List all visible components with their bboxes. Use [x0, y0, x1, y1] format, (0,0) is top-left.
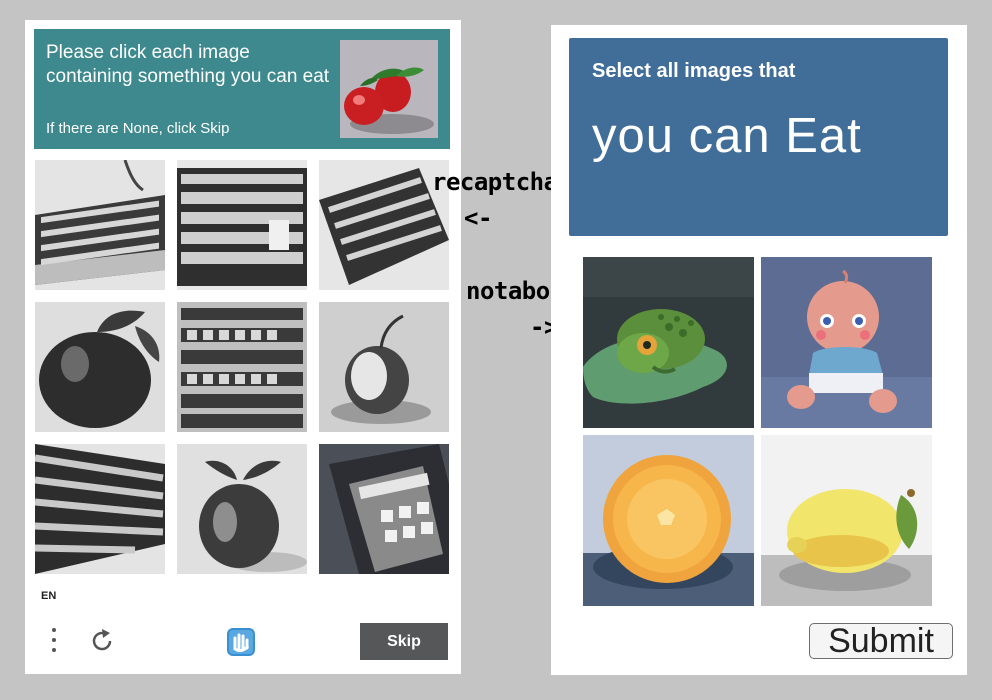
hand-icon[interactable]: [223, 624, 259, 660]
left-arrow-annotation: <-: [464, 204, 492, 232]
notabot-tile-frog[interactable]: [583, 257, 754, 428]
captcha-tile-keyboard[interactable]: [35, 444, 165, 574]
recaptcha-header: Please click each image containing somet…: [34, 29, 450, 149]
captcha-tile-keyboard[interactable]: [177, 160, 307, 290]
notabot-instruction: Select all images that: [592, 60, 796, 82]
notabot-panel: Select all images that you can Eat Submi…: [551, 25, 967, 675]
language-code: EN: [41, 590, 57, 602]
notabot-tile-orange[interactable]: [583, 435, 754, 606]
submit-button[interactable]: Submit: [809, 623, 953, 659]
captcha-tile-keyboard[interactable]: [177, 302, 307, 432]
notabot-header: Select all images that you can Eat: [569, 38, 948, 236]
recaptcha-panel: Please click each image containing somet…: [25, 20, 461, 674]
recaptcha-subtitle: If there are None, click Skip: [46, 120, 230, 137]
captcha-tile-keyboard[interactable]: [35, 160, 165, 290]
notabot-target: you can Eat: [592, 109, 862, 163]
captcha-tile-apple[interactable]: [319, 302, 449, 432]
captcha-tile-apple[interactable]: [35, 302, 165, 432]
recaptcha-annotation-label: recaptcha: [432, 168, 558, 196]
notabot-annotation-label: notabot: [466, 277, 564, 305]
recaptcha-title: Please click each image containing somet…: [46, 42, 330, 87]
captcha-tile-phone[interactable]: [319, 444, 449, 574]
notabot-tile-baby[interactable]: [761, 257, 932, 428]
captcha-tile-apple[interactable]: [177, 444, 307, 574]
more-options-icon[interactable]: [51, 628, 57, 656]
example-apple-image: [340, 40, 438, 138]
skip-button[interactable]: Skip: [360, 623, 448, 660]
reload-icon[interactable]: [88, 627, 116, 655]
captcha-tile-keyboard[interactable]: [319, 160, 449, 290]
notabot-tile-lemon[interactable]: [761, 435, 932, 606]
